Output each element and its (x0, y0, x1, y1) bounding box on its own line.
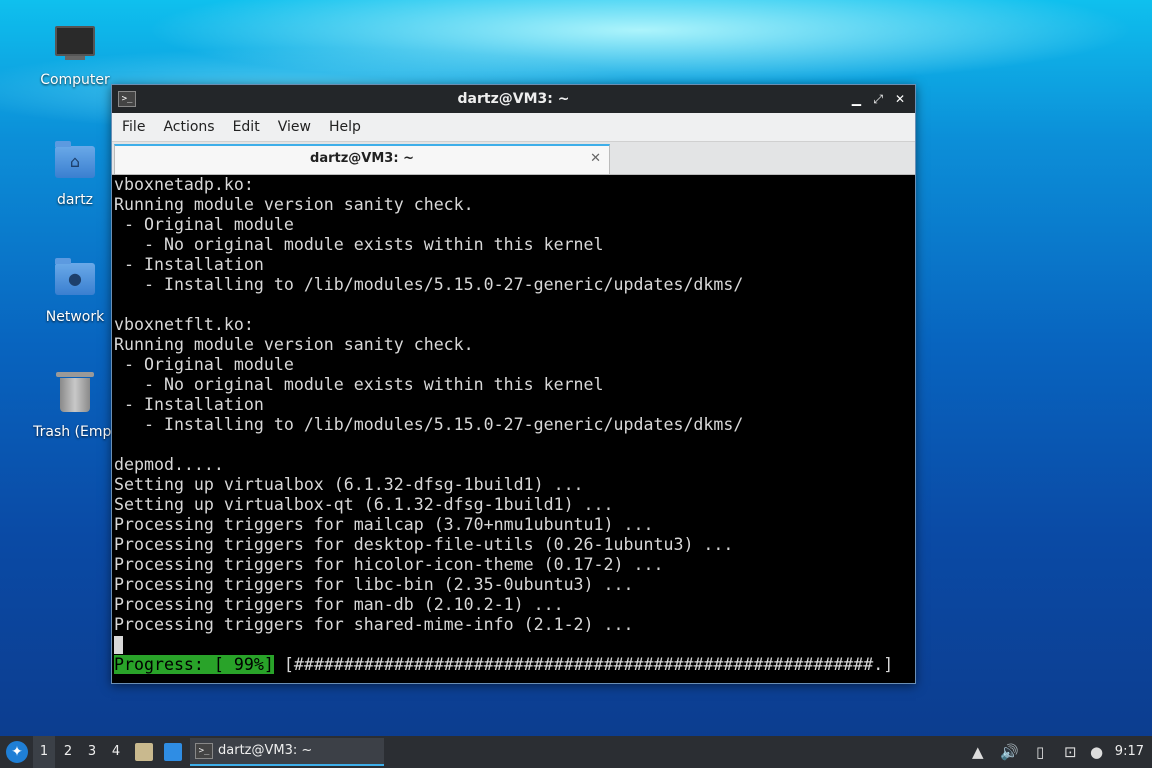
terminal-output[interactable]: vboxnetadp.ko: Running module version sa… (112, 175, 915, 683)
terminal-line: vboxnetadp.ko: (114, 175, 254, 194)
terminal-line: Setting up virtualbox (6.1.32-dfsg-1buil… (114, 475, 584, 494)
desktop-icon-label: Network (45, 309, 105, 325)
terminal-line: Processing triggers for mailcap (3.70+nm… (114, 515, 654, 534)
terminal-line: Processing triggers for shared-mime-info… (114, 615, 634, 634)
desktop-icon-trash[interactable]: Trash (Empt (25, 372, 125, 440)
update-notifier-icon[interactable]: ▲ (972, 736, 984, 768)
task-label: dartz@VM3: ~ (218, 743, 313, 758)
home-folder-icon: ⌂ (55, 141, 95, 186)
terminal-line: Running module version sanity check. (114, 335, 474, 354)
terminal-line: - Installation (114, 395, 264, 414)
terminal-line: Processing triggers for hicolor-icon-the… (114, 555, 664, 574)
terminal-line: Setting up virtualbox-qt (6.1.32-dfsg-1b… (114, 495, 614, 514)
notification-icon[interactable]: ● (1090, 736, 1103, 768)
terminal-line: vboxnetflt.ko: (114, 315, 254, 334)
tab-bar: dartz@VM3: ~ ✕ (112, 142, 915, 175)
progress-line: Progress: [ 99%] [######################… (114, 655, 915, 675)
show-desktop-icon[interactable] (164, 743, 182, 761)
taskbar: ✦ 1 2 3 4 >_ dartz@VM3: ~ ▲ 🔊 ▯ ⊡ ● 9:17 (0, 736, 1152, 768)
terminal-cursor-line (114, 635, 915, 655)
desktop-icon-computer[interactable]: Computer (25, 22, 125, 88)
terminal-window: >_ dartz@VM3: ~ ▁ ⤢ ✕ File Actions Edit Vie… (111, 84, 916, 684)
terminal-line: Processing triggers for man-db (2.10.2-1… (114, 595, 564, 614)
terminal-line: - Installing to /lib/modules/5.15.0-27-g… (114, 415, 744, 434)
network-icon[interactable]: ⊡ (1064, 736, 1077, 768)
taskbar-task-terminal[interactable]: >_ dartz@VM3: ~ (190, 738, 384, 766)
menu-view[interactable]: View (269, 113, 320, 141)
terminal-line: - Original module (114, 215, 294, 234)
trash-icon (55, 372, 95, 418)
desktop-icon-label: dartz (56, 192, 94, 208)
volume-icon[interactable]: 🔊 (1000, 736, 1019, 768)
tab-close-icon[interactable]: ✕ (590, 146, 601, 172)
close-button[interactable]: ✕ (891, 85, 909, 113)
terminal-line: Processing triggers for desktop-file-uti… (114, 535, 734, 554)
workspace-1[interactable]: 1 (33, 736, 55, 768)
progress-bar: [#######################################… (273, 655, 894, 674)
desktop-icon-label: Trash (Empt (33, 424, 117, 440)
start-menu-icon[interactable]: ✦ (6, 741, 28, 763)
desktop-icon-label: Computer (40, 72, 110, 88)
minimize-button[interactable]: ▁ (847, 85, 865, 113)
terminal-line: - No original module exists within this … (114, 375, 604, 394)
computer-icon (55, 26, 95, 66)
tab-title: dartz@VM3: ~ (310, 151, 414, 166)
desktop-icon-network[interactable]: ● Network (25, 257, 125, 325)
terminal-tab[interactable]: dartz@VM3: ~ ✕ (114, 144, 610, 174)
terminal-app-icon: >_ (195, 743, 213, 759)
terminal-line: - Installing to /lib/modules/5.15.0-27-g… (114, 275, 744, 294)
workspace-4[interactable]: 4 (105, 736, 127, 768)
terminal-line: depmod..... (114, 455, 224, 474)
clipboard-icon[interactable]: ▯ (1036, 736, 1044, 768)
terminal-line: - Installation (114, 255, 264, 274)
workspace-2[interactable]: 2 (57, 736, 79, 768)
text-cursor (114, 636, 123, 654)
menu-file[interactable]: File (113, 113, 154, 141)
maximize-button[interactable]: ⤢ (869, 85, 887, 113)
clock[interactable]: 9:17 (1115, 736, 1144, 768)
menu-edit[interactable]: Edit (224, 113, 269, 141)
desktop-icon-home[interactable]: ⌂ dartz (25, 140, 125, 208)
terminal-line: Processing triggers for libc-bin (2.35-0… (114, 575, 634, 594)
menu-actions[interactable]: Actions (154, 113, 223, 141)
menu-bar: File Actions Edit View Help (112, 113, 915, 142)
terminal-line: - Original module (114, 355, 294, 374)
file-manager-icon[interactable] (135, 743, 153, 761)
progress-label: Progress: [ 99%] (114, 655, 274, 674)
window-title: dartz@VM3: ~ (457, 91, 570, 107)
terminal-line: - No original module exists within this … (114, 235, 604, 254)
network-folder-icon: ● (55, 258, 95, 303)
window-titlebar[interactable]: >_ dartz@VM3: ~ ▁ ⤢ ✕ (112, 85, 915, 113)
terminal-line: Running module version sanity check. (114, 195, 474, 214)
menu-help[interactable]: Help (320, 113, 370, 141)
workspace-3[interactable]: 3 (81, 736, 103, 768)
